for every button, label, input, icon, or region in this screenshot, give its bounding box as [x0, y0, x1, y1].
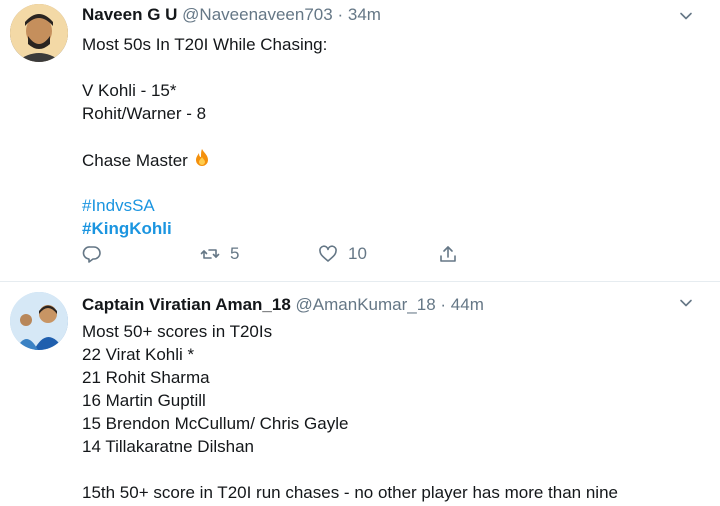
- retweet-count: 5: [230, 244, 240, 263]
- user-handle[interactable]: @Naveenaveen703: [182, 5, 333, 24]
- tweet-line: 15 Brendon McCullum/ Chris Gayle: [82, 414, 349, 433]
- tweet-line: 16 Martin Guptill: [82, 391, 206, 410]
- tweet-line: Most 50+ scores in T20Is: [82, 322, 273, 341]
- tweet-text: Most 50s In T20I While Chasing: V Kohli …: [82, 33, 327, 240]
- tweet-text: Most 50+ scores in T20Is 22 Virat Kohli …: [82, 320, 618, 504]
- avatar[interactable]: [10, 4, 68, 62]
- tweet: Naveen G U @Naveenaveen703 · 34m Most 50…: [0, 0, 720, 282]
- tweet-line: Chase Master: [82, 148, 327, 171]
- timestamp[interactable]: 34m: [348, 5, 381, 24]
- tweet-line: V Kohli - 15*: [82, 81, 177, 100]
- display-name[interactable]: Captain Viratian Aman_18: [82, 295, 291, 314]
- chevron-down-icon[interactable]: [678, 8, 694, 24]
- retweet-button[interactable]: 5: [200, 244, 239, 264]
- user-handle[interactable]: @AmanKumar_18: [296, 295, 436, 314]
- tweet-header: Naveen G U @Naveenaveen703 · 34m: [82, 5, 381, 25]
- tweet-line: Most 50s In T20I While Chasing:: [82, 35, 328, 54]
- avatar-image: [10, 292, 68, 350]
- share-button[interactable]: [438, 244, 458, 264]
- fire-emoji-icon: [192, 148, 212, 174]
- tweet: Captain Viratian Aman_18 @AmanKumar_18 ·…: [0, 282, 720, 506]
- reply-button[interactable]: [82, 244, 102, 264]
- avatar[interactable]: [10, 292, 68, 350]
- tweet-line: Rohit/Warner - 8: [82, 104, 207, 123]
- tweet-line: 15th 50+ score in T20I run chases - no o…: [82, 483, 618, 502]
- like-count: 10: [348, 244, 367, 263]
- chevron-down-icon[interactable]: [678, 295, 694, 311]
- separator-dot: ·: [337, 5, 344, 24]
- tweet-line: 14 Tillakaratne Dilshan: [82, 437, 254, 456]
- tweet-header: Captain Viratian Aman_18 @AmanKumar_18 ·…: [82, 295, 484, 315]
- tweet-line: 21 Rohit Sharma: [82, 368, 210, 387]
- reply-icon: [82, 246, 101, 263]
- like-icon: [319, 245, 337, 262]
- avatar-image: [10, 4, 68, 62]
- like-button[interactable]: 10: [318, 244, 367, 264]
- separator-dot: ·: [440, 295, 447, 314]
- share-icon: [440, 246, 456, 262]
- tweet-actions: 5 10: [82, 244, 482, 268]
- timestamp[interactable]: 44m: [451, 295, 484, 314]
- tweet-line: 22 Virat Kohli *: [82, 345, 195, 364]
- display-name[interactable]: Naveen G U: [82, 5, 177, 24]
- hashtag-link[interactable]: #KingKohli: [82, 217, 327, 240]
- retweet-icon: [200, 249, 220, 259]
- tweet-line-text: Chase Master: [82, 151, 188, 170]
- hashtag-link[interactable]: #IndvsSA: [82, 194, 327, 217]
